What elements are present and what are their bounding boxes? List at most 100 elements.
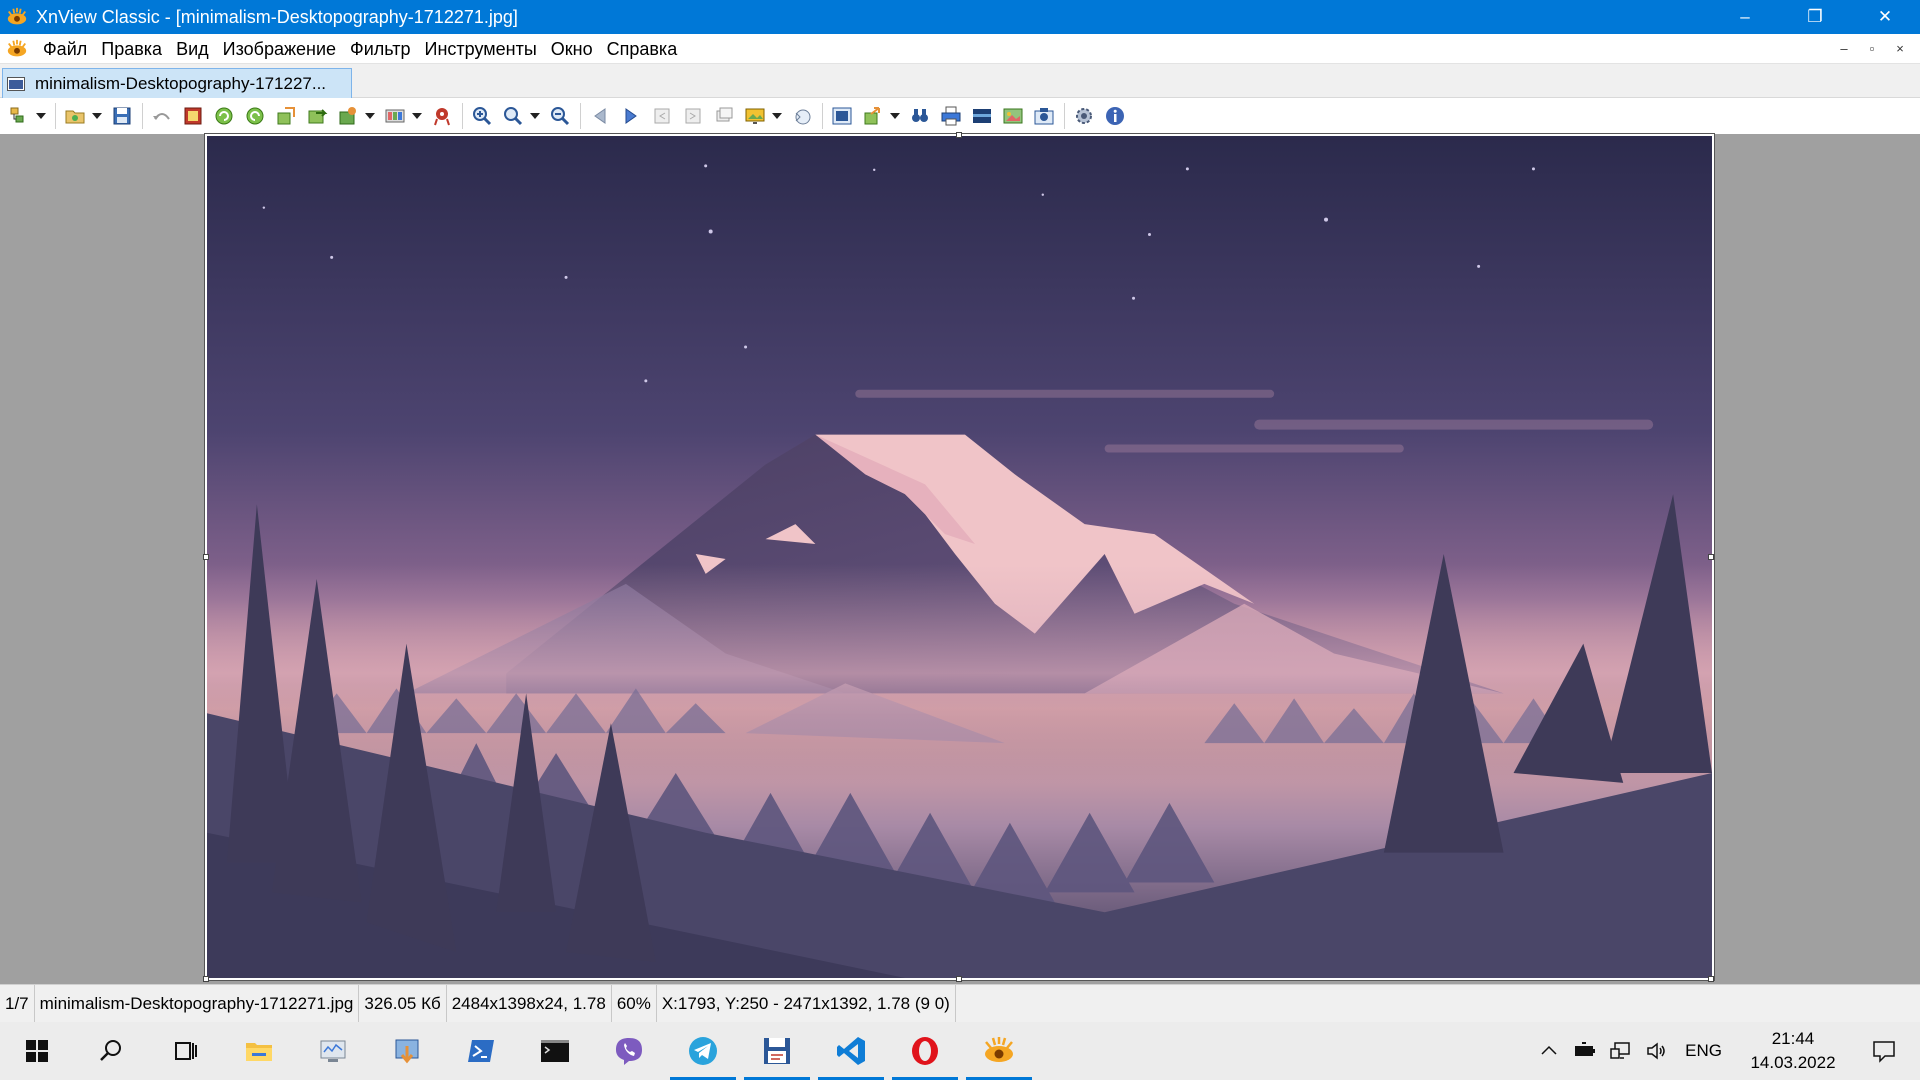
status-zoom: 60%: [612, 984, 657, 1023]
last-icon[interactable]: [680, 103, 706, 129]
zoom-in-icon[interactable]: [469, 103, 495, 129]
next-icon[interactable]: [618, 103, 644, 129]
fullscreen-icon[interactable]: [180, 103, 206, 129]
rotate-right-icon[interactable]: [242, 103, 268, 129]
zoom-icon[interactable]: [500, 103, 526, 129]
menu-file[interactable]: Файл: [36, 34, 94, 64]
vscode-icon: [837, 1037, 865, 1065]
viber-button[interactable]: [592, 1022, 666, 1080]
settings-icon[interactable]: [1071, 103, 1097, 129]
language-indicator[interactable]: ENG: [1675, 1041, 1732, 1061]
zoom-out-icon[interactable]: [547, 103, 573, 129]
menu-help[interactable]: Справка: [600, 34, 685, 64]
browser-icon[interactable]: [6, 103, 32, 129]
monitor-app-button[interactable]: [296, 1022, 370, 1080]
xnview-menu-icon[interactable]: [6, 38, 28, 60]
image-canvas[interactable]: [204, 133, 1715, 981]
save-icon[interactable]: [109, 103, 135, 129]
export-icon[interactable]: [273, 103, 299, 129]
file-explorer-button[interactable]: [222, 1022, 296, 1080]
print-icon[interactable]: [938, 103, 964, 129]
xnview-logo-icon: [7, 7, 27, 25]
maximize-button[interactable]: ❐: [1780, 0, 1850, 34]
clock[interactable]: 21:44 14.03.2022: [1738, 1027, 1848, 1075]
red-eye-icon[interactable]: [429, 103, 455, 129]
resize-handle-bottom-right[interactable]: [1708, 976, 1714, 982]
image-viewer[interactable]: [0, 132, 1920, 984]
photo-icon[interactable]: [1000, 103, 1026, 129]
mdi-close-button[interactable]: ×: [1886, 38, 1914, 60]
save-app-button[interactable]: [740, 1022, 814, 1080]
previous-icon[interactable]: [587, 103, 613, 129]
capture-icon[interactable]: [742, 103, 768, 129]
resize-handle-left[interactable]: [203, 554, 209, 560]
menu-window[interactable]: Окно: [544, 34, 600, 64]
save-app-icon: [764, 1038, 790, 1064]
toolbar-separator: [580, 103, 581, 129]
network-button[interactable]: [1603, 1022, 1639, 1080]
battery-button[interactable]: [1567, 1022, 1603, 1080]
start-button[interactable]: [0, 1022, 74, 1080]
capture-dropdown-icon[interactable]: [771, 103, 783, 129]
tab-strip: minimalism-Desktopography-171227...: [0, 64, 1920, 98]
action-center-button[interactable]: [1848, 1022, 1920, 1080]
volume-button[interactable]: [1639, 1022, 1675, 1080]
browser-dropdown-icon[interactable]: [35, 103, 47, 129]
resize-handle-top[interactable]: [956, 132, 962, 138]
search-icon[interactable]: [860, 103, 886, 129]
forward-icon[interactable]: [304, 103, 330, 129]
resize-handle-bottom[interactable]: [956, 976, 962, 982]
share-dropdown-icon[interactable]: [889, 103, 901, 129]
status-selection: X:1793, Y:250 - 2471x1392, 1.78 (9 0): [657, 984, 956, 1023]
battery-icon: [1575, 1042, 1596, 1056]
undo-icon[interactable]: [149, 103, 175, 129]
minimize-button[interactable]: –: [1710, 0, 1780, 34]
binoculars-icon[interactable]: [907, 103, 933, 129]
close-button[interactable]: ✕: [1850, 0, 1920, 34]
terminal-button[interactable]: [518, 1022, 592, 1080]
menu-edit[interactable]: Правка: [94, 34, 169, 64]
open-folder-icon[interactable]: [62, 103, 88, 129]
task-view-button[interactable]: [148, 1022, 222, 1080]
document-tab[interactable]: minimalism-Desktopography-171227...: [2, 68, 352, 98]
camera-icon[interactable]: [1031, 103, 1057, 129]
first-icon[interactable]: [649, 103, 675, 129]
notification-icon: [1873, 1041, 1895, 1063]
open-dropdown-icon[interactable]: [91, 103, 103, 129]
menu-tools[interactable]: Инструменты: [418, 34, 544, 64]
scanner-icon[interactable]: [969, 103, 995, 129]
vscode-button[interactable]: [814, 1022, 888, 1080]
adjust-icon[interactable]: [382, 103, 408, 129]
batch-dropdown-icon[interactable]: [364, 103, 376, 129]
taskbar-search-button[interactable]: [74, 1022, 148, 1080]
landscape-image: [207, 136, 1712, 978]
menu-image[interactable]: Изображение: [216, 34, 343, 64]
powershell-button[interactable]: [444, 1022, 518, 1080]
menu-filter[interactable]: Фильтр: [343, 34, 417, 64]
share-icon[interactable]: [829, 103, 855, 129]
viber-icon: [616, 1038, 642, 1065]
terminal-icon: [541, 1040, 569, 1062]
mdi-minimize-button[interactable]: –: [1830, 38, 1858, 60]
opera-button[interactable]: [888, 1022, 962, 1080]
batch-icon[interactable]: [335, 103, 361, 129]
status-file-size: 326.05 Кб: [359, 984, 447, 1023]
resize-handle-right[interactable]: [1708, 554, 1714, 560]
network-icon: [1610, 1042, 1630, 1059]
wallpaper-icon[interactable]: [789, 103, 815, 129]
installer-button[interactable]: [370, 1022, 444, 1080]
info-icon[interactable]: [1102, 103, 1128, 129]
resize-handle-bottom-left[interactable]: [203, 976, 209, 982]
mdi-restore-button[interactable]: ▫: [1858, 38, 1886, 60]
telegram-button[interactable]: [666, 1022, 740, 1080]
window-title: XnView Classic - [minimalism-Desktopogra…: [36, 6, 518, 27]
rotate-left-icon[interactable]: [211, 103, 237, 129]
zoom-dropdown-icon[interactable]: [529, 103, 541, 129]
status-dimensions: 2484x1398x24, 1.78: [447, 984, 612, 1023]
show-hidden-icons-button[interactable]: [1531, 1022, 1567, 1080]
xnview-taskbar-button[interactable]: [962, 1022, 1036, 1080]
adjust-dropdown-icon[interactable]: [411, 103, 423, 129]
slideshow-icon[interactable]: [711, 103, 737, 129]
menu-view[interactable]: Вид: [169, 34, 216, 64]
toolbar-separator: [822, 103, 823, 129]
